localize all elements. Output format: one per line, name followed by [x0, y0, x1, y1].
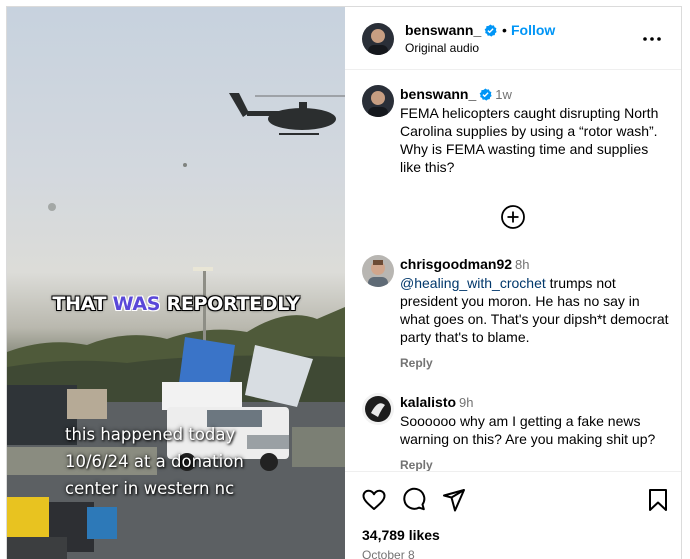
- commenter-avatar[interactable]: [362, 393, 394, 425]
- reply-button[interactable]: Reply: [400, 456, 670, 471]
- comment-timestamp[interactable]: 9h: [459, 395, 473, 410]
- comment-icon[interactable]: [401, 487, 427, 513]
- comment-text: FEMA helicopters caught disrupting North…: [400, 105, 659, 175]
- caption-line: 10/6/24 at a donation: [65, 452, 244, 471]
- follow-button[interactable]: Follow: [511, 22, 555, 38]
- comment-body: benswann_ 1w FEMA helicopters caught disr…: [400, 85, 670, 176]
- share-icon[interactable]: [441, 487, 467, 513]
- video-caption-bottom: this happened today 10/6/24 at a donatio…: [65, 421, 285, 502]
- comment-timestamp[interactable]: 1w: [495, 87, 512, 102]
- post-actions-bar: 34,789 likes October 8: [345, 471, 681, 559]
- caption-word-highlight: WAS: [112, 293, 161, 315]
- comment-timestamp[interactable]: 8h: [515, 257, 529, 272]
- debris: [7, 537, 67, 559]
- author-username[interactable]: benswann_: [405, 22, 497, 38]
- verified-badge-icon: [479, 87, 492, 101]
- flying-debris: [183, 163, 187, 167]
- supplies-pile: [292, 427, 345, 467]
- boxes: [67, 389, 107, 419]
- comment-text: Soooooo why am I getting a fake news war…: [400, 413, 656, 447]
- helicopter: [229, 93, 345, 135]
- comment-body: chrisgoodman92 8h @healing_with_crochet t…: [400, 255, 670, 372]
- caption-word: THAT: [52, 293, 113, 315]
- caption-line: center in western nc: [65, 479, 235, 498]
- audio-label[interactable]: Original audio: [405, 41, 479, 55]
- flying-debris: [48, 203, 56, 211]
- post-date[interactable]: October 8: [362, 548, 415, 559]
- video-caption-top: THAT WAS REPORTEDLY: [7, 293, 345, 315]
- comment-mention[interactable]: @healing_with_crochet: [400, 275, 546, 291]
- separator-dot: •: [502, 22, 507, 38]
- comment-text: @healing_with_crochet trumps not preside…: [400, 274, 670, 346]
- comment-username[interactable]: kalalisto: [400, 394, 456, 410]
- comments-list[interactable]: benswann_ 1w FEMA helicopters caught disr…: [345, 71, 681, 471]
- post-video[interactable]: THAT WAS REPORTEDLY this happened today …: [7, 7, 345, 559]
- save-icon[interactable]: [645, 487, 671, 513]
- heart-icon[interactable]: [361, 487, 387, 513]
- comment-username[interactable]: benswann_: [400, 86, 476, 102]
- author-avatar[interactable]: [362, 23, 394, 55]
- commenter-avatar[interactable]: [362, 255, 394, 287]
- comment-body: kalalisto 9h Soooooo why am I getting a f…: [400, 393, 670, 471]
- comment-username[interactable]: chrisgoodman92: [400, 256, 512, 272]
- caption-word: REPORTEDLY: [160, 293, 300, 315]
- verified-badge-icon: [484, 24, 497, 37]
- blue-tarp: [179, 337, 235, 387]
- load-more-comments-icon[interactable]: [500, 204, 526, 230]
- author-username-text[interactable]: benswann_: [405, 22, 481, 38]
- truck-canopy: [162, 382, 242, 410]
- post-dialog: THAT WAS REPORTEDLY this happened today …: [6, 6, 682, 559]
- caption-line: this happened today: [65, 425, 236, 444]
- more-options-icon[interactable]: [640, 29, 664, 49]
- light-fixture: [193, 267, 213, 271]
- post-side-panel: benswann_ • Follow Original audio benswa…: [345, 7, 681, 559]
- yellow-crate: [7, 497, 49, 537]
- blue-cooler: [87, 507, 117, 539]
- reply-button[interactable]: Reply: [400, 354, 670, 372]
- commenter-avatar[interactable]: [362, 85, 394, 117]
- post-header: benswann_ • Follow Original audio: [345, 7, 681, 70]
- likes-count[interactable]: 34,789 likes: [362, 527, 440, 543]
